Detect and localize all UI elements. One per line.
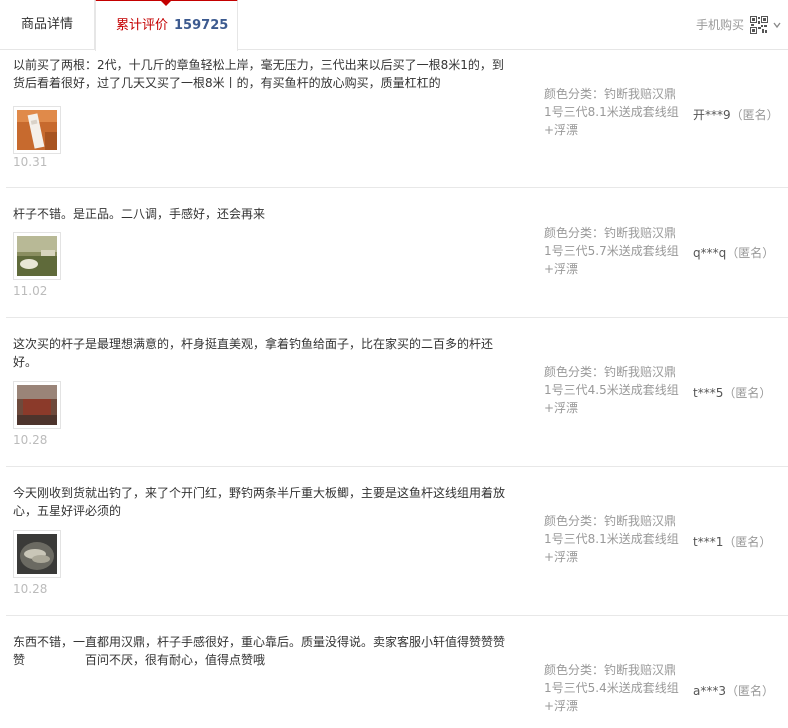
tab-reviews[interactable]: 累计评价 159725 xyxy=(95,0,238,51)
review-photo[interactable] xyxy=(13,232,61,280)
sku-value: 1号三代4.5米送成套线组+浮漂 xyxy=(544,383,679,415)
sku-value: 1号三代5.4米送成套线组+浮漂 xyxy=(544,681,679,713)
sku-value: 1号三代8.1米送成套线组+浮漂 xyxy=(544,532,679,564)
review-item: 以前买了两根：2代，十几斤的章鱼轻松上岸，毫无压力，三代出来以后买了一根8米1的… xyxy=(0,50,788,188)
review-photo-image xyxy=(17,110,57,150)
reviewer-name: t***1 xyxy=(693,535,724,549)
review-text: 东西不错，一直都用汉鼎，杆子手感很好，重心靠后。质量没得说。卖家客服小轩值得赞赞… xyxy=(13,635,506,667)
review-date: 11.02 xyxy=(13,284,48,298)
review-sku: 颜色分类：钓断我赔汉鼎 1号三代5.4米送成套线组+浮漂 xyxy=(544,661,684,715)
reviewer: a***3（匿名） xyxy=(693,682,774,699)
sku-label: 颜色分类：钓断我赔汉鼎 xyxy=(544,663,677,677)
reviewer: t***1（匿名） xyxy=(693,533,771,550)
review-item: 今天刚收到货就出钓了，来了个开门红，野钓两条半斤重大板鲫，主要是这鱼杆这线组用着… xyxy=(0,467,788,616)
review-photo-image xyxy=(17,236,57,276)
sku-label: 颜色分类：钓断我赔汉鼎 xyxy=(544,514,677,528)
sku-label: 颜色分类：钓断我赔汉鼎 xyxy=(544,87,677,101)
reviewer-name: 开***9 xyxy=(693,108,731,122)
review-sku: 颜色分类：钓断我赔汉鼎 1号三代8.1米送成套线组+浮漂 xyxy=(544,512,684,566)
reviewer-name: q***q xyxy=(693,246,727,260)
reviewer-name: a***3 xyxy=(693,684,726,698)
chevron-down-icon[interactable] xyxy=(771,19,783,31)
reviewer: q***q（匿名） xyxy=(693,244,774,261)
reviewer: 开***9（匿名） xyxy=(693,106,779,123)
review-photo[interactable] xyxy=(13,381,61,429)
tab-product-details[interactable]: 商品详情 xyxy=(0,0,95,50)
anonymous-tag: （匿名） xyxy=(723,535,772,549)
review-photo-image xyxy=(17,534,57,574)
reviewer: t***5（匿名） xyxy=(693,384,771,401)
review-date: 10.31 xyxy=(13,155,48,169)
reviewer-name: t***5 xyxy=(693,386,724,400)
anonymous-tag: （匿名） xyxy=(726,684,775,698)
sku-label: 颜色分类：钓断我赔汉鼎 xyxy=(544,365,677,379)
review-sku: 颜色分类：钓断我赔汉鼎 1号三代4.5米送成套线组+浮漂 xyxy=(544,363,684,417)
sku-value: 1号三代8.1米送成套线组+浮漂 xyxy=(544,105,679,137)
mobile-buy-link[interactable]: 手机购买 xyxy=(696,0,744,50)
sku-label: 颜色分类：钓断我赔汉鼎 xyxy=(544,226,677,240)
sku-value: 1号三代5.7米送成套线组+浮漂 xyxy=(544,244,679,276)
review-date: 10.28 xyxy=(13,582,48,596)
anonymous-tag: （匿名） xyxy=(730,108,779,122)
review-photo[interactable] xyxy=(13,530,61,578)
review-text: 以前买了两根：2代，十几斤的章鱼轻松上岸，毫无压力，三代出来以后买了一根8米1的… xyxy=(13,58,504,90)
tab-bar: 商品详情 累计评价 159725 手机购买 xyxy=(0,0,788,51)
anonymous-tag: （匿名） xyxy=(723,386,772,400)
review-sku: 颜色分类：钓断我赔汉鼎 1号三代5.7米送成套线组+浮漂 xyxy=(544,224,684,278)
review-date: 10.28 xyxy=(13,433,48,447)
review-item: 杆子不错。是正品。二八调，手感好，还会再来 11.02 颜色分类：钓断我赔汉鼎 … xyxy=(0,188,788,318)
anonymous-tag: （匿名） xyxy=(726,246,775,260)
qr-code-icon[interactable] xyxy=(750,16,768,34)
review-text: 今天刚收到货就出钓了，来了个开门红，野钓两条半斤重大板鲫，主要是这鱼杆这线组用着… xyxy=(13,486,506,518)
active-tab-indicator xyxy=(161,1,171,6)
review-item: 这次买的杆子是最理想满意的，杆身挺直美观，拿着钓鱼给面子，比在家买的二百多的杆还… xyxy=(0,318,788,467)
review-photo-image xyxy=(17,385,57,425)
tab-reviews-label: 累计评价 xyxy=(116,18,169,33)
review-item: 东西不错，一直都用汉鼎，杆子手感很好，重心靠后。质量没得说。卖家客服小轩值得赞赞… xyxy=(0,616,788,728)
review-text: 这次买的杆子是最理想满意的，杆身挺直美观，拿着钓鱼给面子，比在家买的二百多的杆还… xyxy=(13,337,494,369)
review-sku: 颜色分类：钓断我赔汉鼎 1号三代8.1米送成套线组+浮漂 xyxy=(544,85,684,139)
review-count: 159725 xyxy=(174,18,229,33)
review-photo[interactable] xyxy=(13,106,61,154)
review-text: 杆子不错。是正品。二八调，手感好，还会再来 xyxy=(13,207,266,221)
